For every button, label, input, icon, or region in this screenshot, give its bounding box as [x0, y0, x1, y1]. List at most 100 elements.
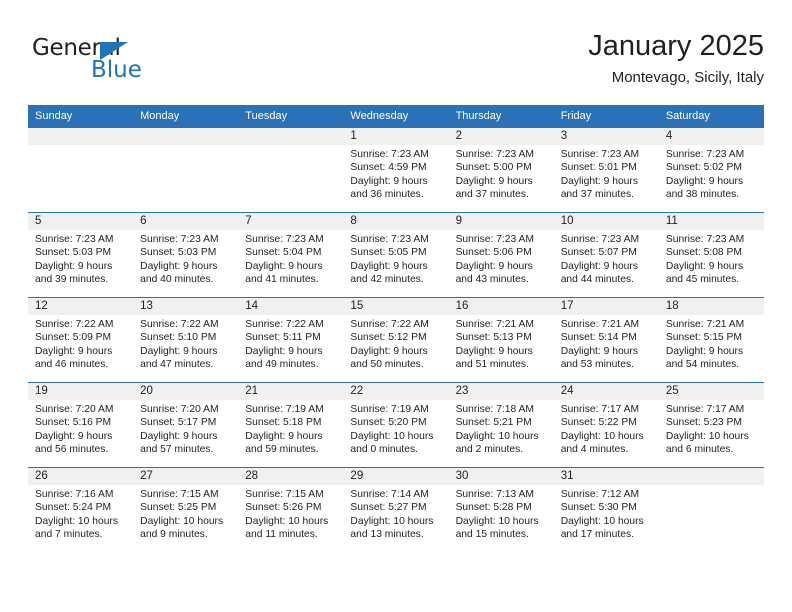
day-cell[interactable]: 1 Sunrise: 7:23 AM Sunset: 4:59 PM Daylight…: [343, 127, 449, 213]
day-number: 25: [658, 383, 764, 400]
daylight-text-line2: and 7 minutes.: [35, 529, 103, 541]
day-cell[interactable]: 23 Sunrise: 7:18 AM Sunset: 5:21 PM Dayligh…: [448, 382, 554, 468]
day-number: 16: [448, 298, 554, 315]
weekday-header-sunday: Sunday: [28, 105, 134, 128]
day-cell[interactable]: 26 Sunrise: 7:16 AM Sunset: 5:24 PM Dayligh…: [28, 467, 134, 552]
sunrise-text: Sunrise: 7:23 AM: [140, 234, 219, 245]
day-details: Sunrise: 7:23 AM Sunset: 5:05 PM Daylight:…: [343, 230, 448, 287]
day-details: Sunrise: 7:22 AM Sunset: 5:12 PM Daylight:…: [343, 315, 448, 372]
day-cell[interactable]: 5 Sunrise: 7:23 AM Sunset: 5:03 PM Daylight…: [28, 212, 134, 298]
day-cell[interactable]: 28 Sunrise: 7:15 AM Sunset: 5:26 PM Dayligh…: [238, 467, 344, 552]
sunset-text: Sunset: 5:09 PM: [35, 332, 112, 344]
daylight-text-line1: Daylight: 9 hours: [140, 430, 218, 442]
calendar-week-row: 12 Sunrise: 7:22 AM Sunset: 5:09 PM Dayligh…: [28, 297, 764, 383]
day-cell[interactable]: 27 Sunrise: 7:15 AM Sunset: 5:25 PM Dayligh…: [133, 467, 239, 552]
sunset-text: Sunset: 5:14 PM: [560, 332, 637, 344]
day-cell[interactable]: 24 Sunrise: 7:17 AM Sunset: 5:22 PM Dayligh…: [553, 382, 659, 468]
day-cell[interactable]: 16 Sunrise: 7:21 AM Sunset: 5:13 PM Dayligh…: [448, 297, 554, 383]
sunrise-text: Sunrise: 7:23 AM: [350, 149, 429, 160]
day-cell[interactable]: 22 Sunrise: 7:19 AM Sunset: 5:20 PM Dayligh…: [343, 382, 449, 468]
day-cell[interactable]: 21 Sunrise: 7:19 AM Sunset: 5:18 PM Dayligh…: [238, 382, 344, 468]
day-number: 28: [238, 468, 344, 485]
day-cell[interactable]: 10 Sunrise: 7:23 AM Sunset: 5:07 PM Dayligh…: [553, 212, 659, 298]
daylight-text-line1: Daylight: 10 hours: [35, 515, 118, 527]
day-cell[interactable]: 25 Sunrise: 7:17 AM Sunset: 5:23 PM Dayligh…: [658, 382, 764, 468]
daylight-text-line1: Daylight: 9 hours: [665, 175, 744, 187]
day-cell[interactable]: 17 Sunrise: 7:21 AM Sunset: 5:14 PM Dayligh…: [553, 297, 659, 383]
title-block: January 2025 Montevago, Sicily, Italy: [588, 28, 764, 89]
daylight-text-line1: Daylight: 9 hours: [350, 260, 428, 272]
daylight-text-line2: and 37 minutes.: [455, 189, 529, 201]
day-details: Sunrise: 7:22 AM Sunset: 5:09 PM Daylight:…: [28, 315, 133, 372]
sunset-text: Sunset: 5:15 PM: [665, 332, 742, 344]
day-cell[interactable]: 20 Sunrise: 7:20 AM Sunset: 5:17 PM Dayligh…: [133, 382, 239, 468]
day-cell[interactable]: 8 Sunrise: 7:23 AM Sunset: 5:05 PM Daylight…: [343, 212, 449, 298]
day-number: 19: [28, 383, 134, 400]
day-cell[interactable]: 14 Sunrise: 7:22 AM Sunset: 5:11 PM Dayligh…: [238, 297, 344, 383]
day-cell[interactable]: 11 Sunrise: 7:23 AM Sunset: 5:08 PM Dayligh…: [658, 212, 764, 298]
day-cell[interactable]: 30 Sunrise: 7:13 AM Sunset: 5:28 PM Dayligh…: [448, 467, 554, 552]
sunrise-text: Sunrise: 7:14 AM: [350, 489, 429, 500]
day-details: Sunrise: 7:23 AM Sunset: 5:00 PM Daylight:…: [449, 145, 554, 202]
day-cell-empty: [28, 127, 134, 213]
daylight-text-line1: Daylight: 9 hours: [455, 260, 533, 272]
day-details: Sunrise: 7:23 AM Sunset: 5:03 PM Daylight:…: [28, 230, 133, 287]
day-number: 26: [28, 468, 134, 485]
daylight-text-line1: Daylight: 10 hours: [350, 515, 434, 527]
day-cell[interactable]: 19 Sunrise: 7:20 AM Sunset: 5:16 PM Dayligh…: [28, 382, 134, 468]
day-number: 31: [553, 468, 659, 485]
day-number: [238, 128, 344, 145]
day-cell[interactable]: 18 Sunrise: 7:21 AM Sunset: 5:15 PM Dayligh…: [658, 297, 764, 383]
sunrise-text: Sunrise: 7:15 AM: [245, 489, 324, 500]
sunset-text: Sunset: 5:22 PM: [560, 417, 637, 429]
day-number: [28, 128, 134, 145]
daylight-text-line1: Daylight: 10 hours: [665, 430, 749, 442]
day-cell[interactable]: 7 Sunrise: 7:23 AM Sunset: 5:04 PM Daylight…: [238, 212, 344, 298]
daylight-text-line2: and 37 minutes.: [560, 189, 634, 201]
daylight-text-line1: Daylight: 10 hours: [140, 515, 224, 527]
day-number: 1: [343, 128, 449, 145]
daylight-text-line2: and 13 minutes.: [350, 529, 424, 541]
general-blue-logo[interactable]: General Blue: [32, 36, 172, 88]
daylight-text-line1: Daylight: 9 hours: [665, 345, 744, 357]
day-cell[interactable]: 3 Sunrise: 7:23 AM Sunset: 5:01 PM Daylight…: [553, 127, 659, 213]
day-details: Sunrise: 7:20 AM Sunset: 5:17 PM Daylight:…: [133, 400, 238, 457]
daylight-text-line1: Daylight: 9 hours: [35, 260, 113, 272]
day-details: Sunrise: 7:23 AM Sunset: 5:08 PM Daylight:…: [659, 230, 764, 287]
day-cell[interactable]: 6 Sunrise: 7:23 AM Sunset: 5:03 PM Daylight…: [133, 212, 239, 298]
sunset-text: Sunset: 5:24 PM: [35, 502, 112, 514]
page-header: General Blue January 2025 Montevago, Sic…: [28, 28, 764, 100]
daylight-text-line2: and 41 minutes.: [245, 274, 319, 286]
day-cell[interactable]: 12 Sunrise: 7:22 AM Sunset: 5:09 PM Dayligh…: [28, 297, 134, 383]
daylight-text-line1: Daylight: 9 hours: [560, 175, 638, 187]
day-number: 13: [133, 298, 239, 315]
daylight-text-line2: and 39 minutes.: [35, 274, 109, 286]
day-cell[interactable]: 13 Sunrise: 7:22 AM Sunset: 5:10 PM Dayligh…: [133, 297, 239, 383]
day-number: 8: [343, 213, 449, 230]
day-cell[interactable]: 15 Sunrise: 7:22 AM Sunset: 5:12 PM Dayligh…: [343, 297, 449, 383]
sunset-text: Sunset: 5:23 PM: [665, 417, 742, 429]
page-title: January 2025: [588, 30, 764, 62]
sunset-text: Sunset: 5:04 PM: [245, 247, 322, 259]
daylight-text-line2: and 0 minutes.: [350, 444, 418, 456]
daylight-text-line1: Daylight: 9 hours: [350, 345, 428, 357]
day-number: 10: [553, 213, 659, 230]
day-number: 3: [553, 128, 659, 145]
day-cell[interactable]: 29 Sunrise: 7:14 AM Sunset: 5:27 PM Dayligh…: [343, 467, 449, 552]
daylight-text-line1: Daylight: 9 hours: [455, 175, 533, 187]
daylight-text-line1: Daylight: 10 hours: [560, 430, 644, 442]
sunset-text: Sunset: 5:08 PM: [665, 247, 742, 259]
day-cell[interactable]: 9 Sunrise: 7:23 AM Sunset: 5:06 PM Daylight…: [448, 212, 554, 298]
day-cell[interactable]: 4 Sunrise: 7:23 AM Sunset: 5:02 PM Daylight…: [658, 127, 764, 213]
day-cell[interactable]: 2 Sunrise: 7:23 AM Sunset: 5:00 PM Daylight…: [448, 127, 554, 213]
daylight-text-line2: and 42 minutes.: [350, 274, 424, 286]
sunset-text: Sunset: 5:27 PM: [350, 502, 427, 514]
sunset-text: Sunset: 5:13 PM: [455, 332, 532, 344]
sunset-text: Sunset: 5:06 PM: [455, 247, 532, 259]
sunset-text: Sunset: 5:16 PM: [35, 417, 112, 429]
sunrise-text: Sunrise: 7:22 AM: [350, 319, 429, 330]
day-cell[interactable]: 31 Sunrise: 7:12 AM Sunset: 5:30 PM Dayligh…: [553, 467, 659, 552]
sunset-text: Sunset: 5:26 PM: [245, 502, 322, 514]
sunset-text: Sunset: 5:10 PM: [140, 332, 217, 344]
day-number: [658, 468, 764, 485]
